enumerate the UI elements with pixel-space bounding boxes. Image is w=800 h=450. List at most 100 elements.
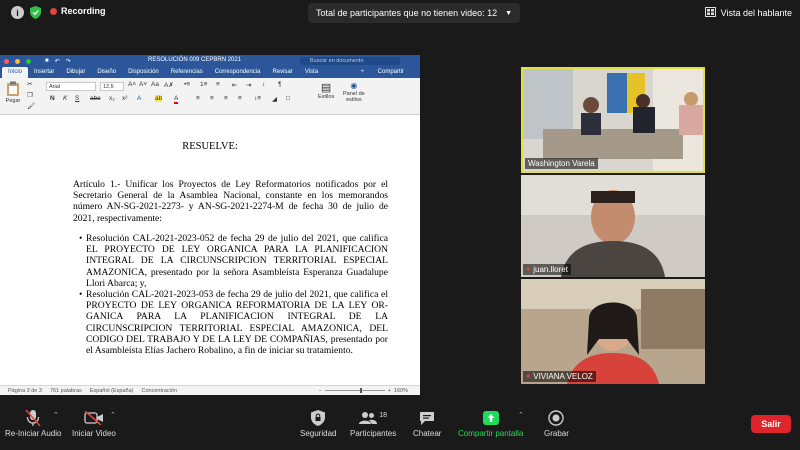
bold-icon[interactable]: N [50, 95, 55, 102]
tab-inicio[interactable]: Inicio [2, 67, 29, 78]
font-size-select[interactable]: 12,5 [100, 82, 124, 91]
change-case-icon[interactable]: Aa [151, 81, 159, 88]
line-spacing-icon[interactable]: ↕≡ [254, 95, 261, 102]
undo-icon[interactable]: ↶ [55, 58, 60, 65]
meeting-info-icon[interactable]: i [11, 6, 24, 19]
numbering-icon[interactable]: 1≡ [200, 81, 207, 88]
share-screen-button[interactable]: Compartir pantalla [458, 407, 523, 438]
shrink-font-icon[interactable]: A˅ [139, 81, 147, 88]
participant-name-tag: Washington Varela [525, 158, 598, 169]
paste-label: Pegar [5, 98, 21, 104]
increase-indent-icon[interactable]: ⇥ [246, 81, 251, 89]
bullets-icon[interactable]: •≡ [184, 81, 190, 88]
share-options-chevron-icon[interactable]: ⌃ [518, 411, 524, 419]
document-page[interactable]: RESUELVE: Artículo 1.- Unificar los Proy… [0, 115, 420, 385]
chevron-down-icon: ▼ [505, 9, 513, 17]
video-off-icon [84, 407, 104, 429]
copy-icon[interactable]: ❐ [27, 91, 33, 99]
align-right-icon[interactable]: ≡ [224, 95, 228, 102]
participants-icon: 18 [359, 407, 387, 429]
security-label: Seguridad [300, 429, 337, 438]
mic-muted-icon: ● [526, 373, 531, 380]
zoom-in-icon[interactable]: + [388, 388, 391, 394]
clipboard-icon [7, 81, 19, 96]
record-button[interactable]: Grabar [544, 407, 569, 438]
speaker-view-label: Vista del hablante [720, 8, 792, 18]
decrease-indent-icon[interactable]: ⇤ [232, 81, 237, 89]
styles-gallery-button[interactable]: ▤ Estilos [318, 81, 334, 100]
text-effects-icon[interactable]: A [137, 95, 141, 102]
sort-icon[interactable]: ↕ [262, 81, 265, 88]
cut-icon[interactable]: ✂ [27, 80, 32, 88]
speaker-view-button[interactable]: Vista del hablante [704, 5, 792, 21]
align-left-icon[interactable]: ≡ [196, 95, 200, 102]
status-word-count[interactable]: 761 palabras [50, 388, 82, 394]
redo-icon[interactable]: ↷ [66, 58, 71, 65]
encryption-shield-icon[interactable] [30, 6, 41, 19]
participants-filter-dropdown[interactable]: Total de participantes que no tienen vid… [308, 3, 521, 23]
participant-name: VIVIANA VELOZ [533, 372, 593, 381]
document-search-input[interactable]: Buscar en documento [300, 57, 400, 65]
status-focus-mode[interactable]: Concentración [142, 388, 177, 394]
participants-button[interactable]: 18 Participantes [350, 407, 396, 439]
document-title: RESOLUCIÓN 009 CEPBRN 2021 [148, 57, 242, 63]
grid-view-icon [704, 7, 716, 19]
participant-video [521, 175, 705, 277]
paste-button[interactable]: Pegar [5, 81, 21, 104]
word-share-button[interactable]: + Compartir [348, 67, 416, 78]
zoom-track[interactable] [324, 388, 385, 393]
mic-muted-icon [25, 407, 41, 429]
tab-correspondencia[interactable]: Correspondencia [209, 67, 267, 78]
tab-disposicion[interactable]: Disposición [122, 67, 165, 78]
participant-tile[interactable]: ● juan.lloret [521, 175, 705, 277]
security-button[interactable]: Seguridad [300, 407, 336, 438]
window-zoom-icon[interactable] [26, 58, 31, 64]
superscript-icon[interactable]: x² [122, 95, 127, 102]
window-minimize-icon[interactable] [15, 58, 20, 64]
subscript-icon[interactable]: x₂ [109, 95, 115, 102]
tab-revisar[interactable]: Revisar [266, 67, 298, 78]
zoom-out-icon[interactable]: − [318, 388, 321, 394]
meeting-controls-toolbar: Re-Iniciar Audio ⌃ Iniciar Video ⌃ Segur… [0, 403, 800, 450]
shading-icon[interactable]: ◢ [272, 95, 277, 103]
document-article-1: Artículo 1.- Unificar los Proyectos de L… [73, 179, 388, 224]
font-name-select[interactable]: Arial [46, 82, 96, 91]
clear-formatting-icon[interactable]: A✗ [164, 81, 174, 89]
styles-pane-button[interactable]: ◉ Panel de estilos [343, 81, 365, 103]
show-marks-icon[interactable]: ¶ [278, 81, 282, 88]
status-language[interactable]: Español (España) [90, 388, 134, 394]
underline-icon[interactable]: S [75, 95, 79, 102]
shared-screen: ■ ↶ ↷ RESOLUCIÓN 009 CEPBRN 2021 Buscar … [0, 55, 420, 395]
borders-icon[interactable]: □ [286, 95, 290, 102]
styles-label: Estilos [318, 94, 335, 100]
word-title-bar: ■ ↶ ↷ RESOLUCIÓN 009 CEPBRN 2021 Buscar … [0, 55, 420, 67]
recording-indicator[interactable]: Recording [50, 6, 106, 16]
align-center-icon[interactable]: ≡ [210, 95, 214, 102]
highlight-icon[interactable]: ab [155, 95, 163, 102]
participant-tile-active-speaker[interactable]: Washington Varela [521, 67, 705, 173]
autosave-icon[interactable]: ■ [45, 58, 49, 64]
justify-icon[interactable]: ≡ [238, 95, 242, 102]
format-painter-icon[interactable]: 🖌 [27, 102, 35, 110]
font-color-icon[interactable]: A [174, 95, 179, 104]
video-options-chevron-icon[interactable]: ⌃ [110, 411, 116, 419]
tab-insertar[interactable]: Insertar [28, 67, 60, 78]
tab-referencias[interactable]: Referencias [165, 67, 209, 78]
chat-button[interactable]: Chatear [413, 407, 441, 438]
share-screen-label: Compartir pantalla [458, 429, 524, 438]
leave-meeting-button[interactable]: Salir [751, 415, 791, 433]
strikethrough-icon[interactable]: abc [90, 95, 100, 102]
grow-font-icon[interactable]: A˄ [128, 81, 136, 88]
styles-pane-label-line2: estilos [346, 97, 362, 103]
audio-options-chevron-icon[interactable]: ⌃ [53, 411, 59, 419]
tab-dibujar[interactable]: Dibujar [60, 67, 91, 78]
participant-tile[interactable]: ● VIVIANA VELOZ [521, 279, 705, 384]
zoom-slider[interactable]: − + 160% [318, 388, 408, 394]
multilevel-list-icon[interactable]: ≡ [216, 81, 220, 88]
meeting-top-bar: i Recording Total de participantes que n… [0, 0, 800, 26]
tab-diseno[interactable]: Diseño [91, 67, 122, 78]
italic-icon[interactable]: K [63, 95, 67, 102]
tab-vista[interactable]: Vista [299, 67, 324, 78]
status-page-count[interactable]: Página 3 de 3 [8, 388, 42, 394]
window-close-icon[interactable] [4, 58, 9, 64]
